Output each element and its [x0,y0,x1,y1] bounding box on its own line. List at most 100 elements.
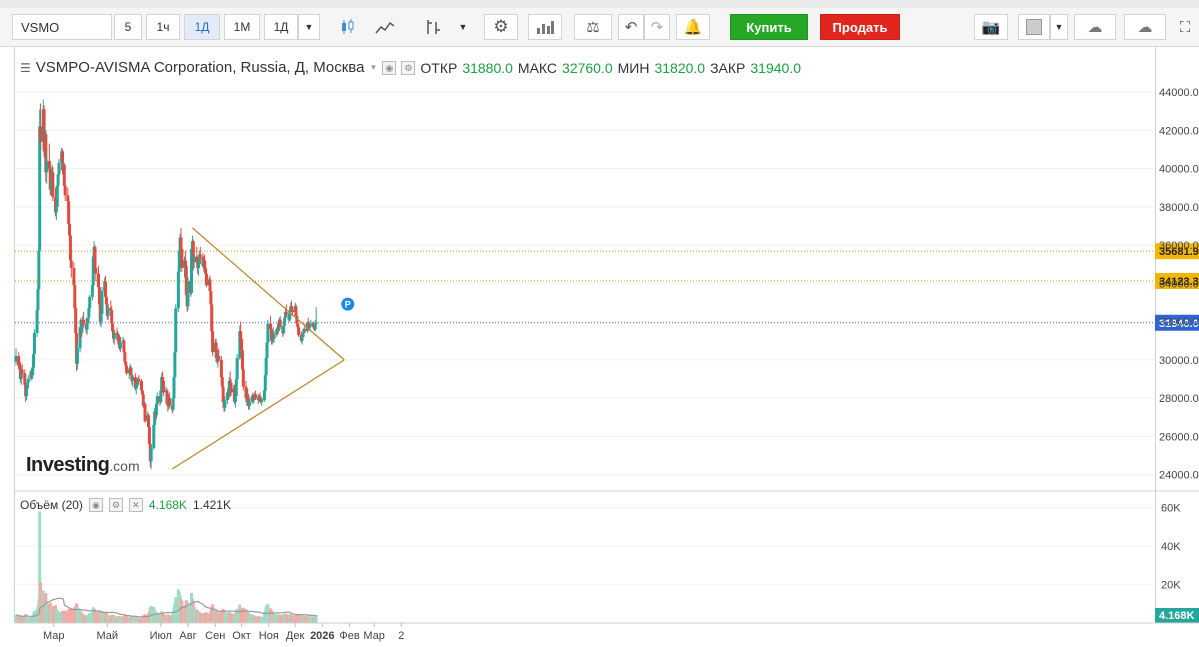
volume-bar [88,613,92,623]
y-tick-label: 38000.0 [1159,202,1199,214]
close-icon[interactable]: ✕ [128,498,143,512]
volume-bar [290,615,294,623]
volume-bar [20,617,24,623]
candle-body [173,352,177,378]
volume-bar [100,611,104,623]
candle-body [45,160,49,173]
volume-tick-label: 20K [1161,580,1181,592]
visibility-icon[interactable]: ◉ [382,60,397,75]
volume-bar [229,613,233,623]
candle-body [174,308,178,353]
volume-bar [192,607,196,623]
candle-body [57,162,61,175]
volume-bar [39,582,43,623]
volume-bar [143,614,147,623]
candle-body [176,271,180,309]
volume-bar [198,613,202,623]
y-tick-label: 30000.0 [1159,355,1199,367]
settings-small-icon[interactable]: ⚙ [108,498,123,512]
candle-body [266,323,270,343]
candle-body [241,369,245,387]
settings-small-icon[interactable]: ⚙ [401,60,416,75]
candle-body [290,310,294,313]
candle-body [223,400,227,408]
candle-body [75,348,79,364]
candle-body [211,331,215,353]
volume-bar [204,612,208,623]
y-tick-label: 24000.0 [1159,470,1199,482]
chart-header: ☰ VSMPO-AVISMA Corporation, Russia, Д, М… [20,59,801,76]
x-tick-label: Май [96,630,118,642]
visibility-icon[interactable]: ◉ [88,498,103,512]
volume-bar [174,597,178,623]
volume-bar [137,618,141,623]
volume-bar [223,611,227,623]
x-tick-label: Фев [339,630,359,642]
axes: 24000.0 26000.0 28000.0 30000.0 32000.0 34000… [15,87,1199,642]
volume-bar [69,608,73,623]
candle-body [82,319,86,324]
low-label: МИН [617,59,650,76]
low-value: 31820.0 [654,59,706,76]
volume-bars: 4.168K [14,511,1199,623]
y-tick-label: 42000.0 [1159,125,1199,137]
y-tick-label: 40000.0 [1159,164,1199,176]
volume-tick-label: 60K [1161,503,1181,515]
candle-body [32,333,36,355]
candle-body [186,281,190,307]
candle-body [94,268,98,274]
y-tick-label: 36000.0 [1159,240,1199,252]
volume-bar [82,614,86,623]
volume-bar [63,610,67,623]
volume-bar [247,613,251,623]
candles [14,99,318,469]
volume-bar [32,611,36,623]
candle-body [278,319,282,328]
close-label: ЗАКР [710,59,746,76]
candle-body [247,401,251,406]
candle-body [260,400,264,402]
x-tick-label: Мар [43,630,65,642]
volume-bar [51,606,55,623]
volume-bar [284,614,288,623]
x-tick-label: Сен [205,630,225,642]
volume-bar [241,607,245,623]
volume-bar [125,615,129,623]
candle-body [229,382,233,393]
x-tick-label: Авг [179,630,196,642]
x-tick-label: Окт [232,630,251,642]
candle-body [210,304,214,332]
volume-bar [278,614,282,623]
volume-bar [118,616,122,623]
price-chart[interactable]: 35681.934123.331940.0 P 4.168K 24000.026… [0,0,1199,647]
investing-logo: Investing.com [26,454,140,476]
candle-body [265,342,269,358]
y-tick-label: 44000.0 [1159,87,1199,99]
candle-body [284,312,288,314]
x-tick-label: Ноя [259,630,279,642]
open-label: ОТКР [420,59,458,76]
candle-body [51,172,55,198]
volume-bar [254,616,258,623]
candle-body [88,296,92,309]
candle-body [272,335,276,339]
volume-bar [94,611,98,623]
volume-bar [272,614,276,623]
candle-body [234,379,238,397]
candle-body [39,126,43,142]
y-tick-label: 28000.0 [1159,393,1199,405]
candle-body [297,327,301,336]
close-value: 31940.0 [750,59,801,76]
candle-body [198,254,202,257]
volume-bar [161,613,165,623]
volume-bar [168,615,172,623]
x-tick-label: 2 [398,630,404,642]
chevron-down-icon[interactable]: ▼ [369,63,377,72]
candle-body [149,447,153,462]
y-tick-label: 26000.0 [1159,431,1199,443]
candle-body [309,323,313,326]
collapse-icon: ☰ [20,60,31,75]
candle-body [37,250,41,290]
volume-bar [106,615,110,623]
candle-body [303,329,307,332]
